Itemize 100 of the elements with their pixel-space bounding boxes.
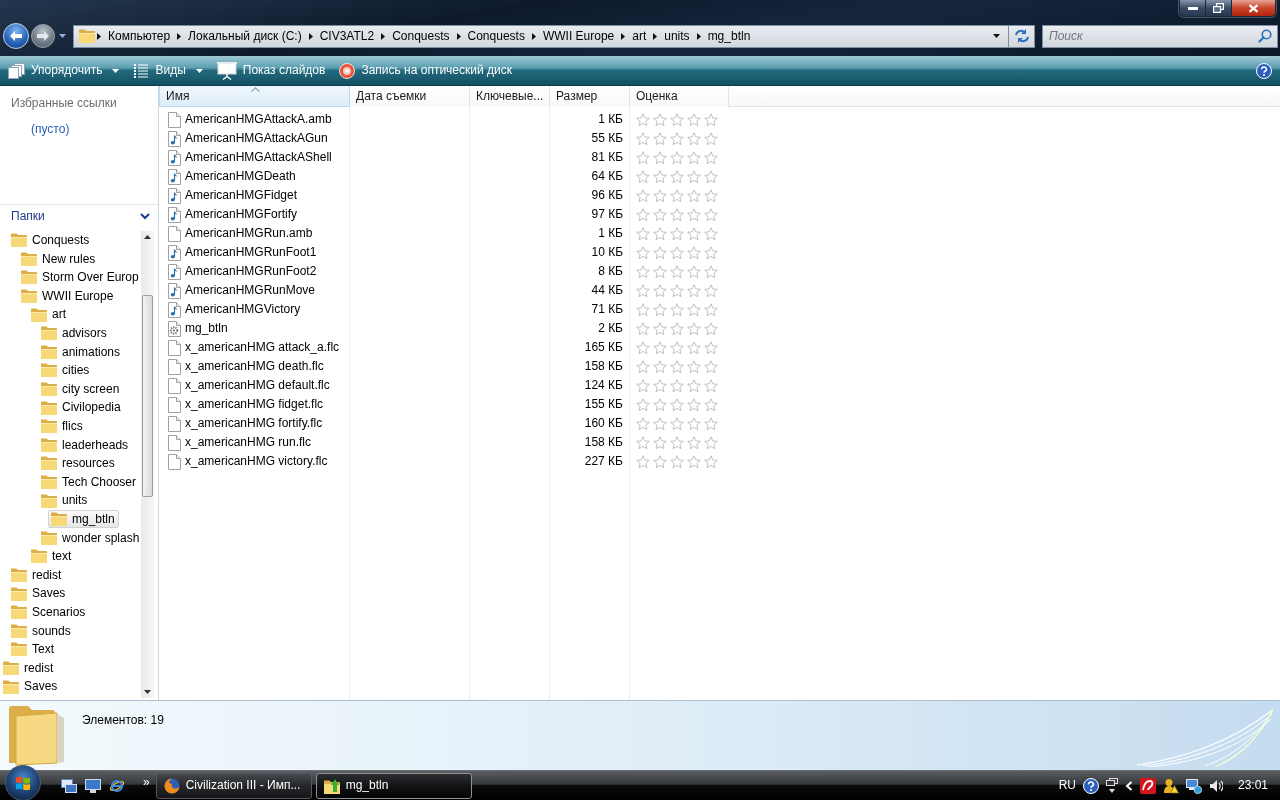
tree-item[interactable]: mg_btln (48, 510, 119, 529)
file-name[interactable]: x_americanHMG victory.flc (185, 454, 328, 469)
star-rating[interactable] (636, 188, 718, 203)
file-name[interactable]: AmericanHMGRunMove (185, 283, 316, 298)
toolbar-button[interactable]: Запись на оптический диск (333, 59, 518, 82)
close-button[interactable] (1232, 0, 1275, 16)
tree-item[interactable]: advisors (38, 324, 111, 343)
recent-pages-button[interactable] (57, 32, 68, 40)
scroll-thumb[interactable] (142, 295, 153, 497)
breadcrumb-arrow-icon[interactable] (308, 32, 313, 40)
breadcrumb[interactable]: WWII Europe (537, 28, 620, 44)
taskbar-button[interactable]: Civilization III - Имп... (155, 772, 312, 799)
column-header[interactable]: Оценка (630, 86, 729, 107)
back-button[interactable] (3, 23, 29, 49)
tree-item[interactable]: text (28, 547, 76, 566)
star-rating[interactable] (636, 264, 718, 279)
star-rating[interactable] (636, 112, 718, 127)
monitor-icon[interactable] (85, 778, 101, 793)
breadcrumb[interactable]: CIV3ATL2 (314, 28, 380, 44)
switch-windows-icon[interactable] (61, 778, 77, 793)
file-name[interactable]: AmericanHMGAttackA.amb (185, 112, 332, 127)
search-icon[interactable] (1258, 29, 1272, 43)
star-rating[interactable] (636, 397, 718, 412)
tree-item[interactable]: Text (8, 640, 58, 659)
tree-item[interactable]: redist (8, 566, 66, 584)
tree-item[interactable]: Saves (8, 584, 70, 603)
file-name[interactable]: x_americanHMG fortify.flc (185, 416, 323, 431)
speaker-icon[interactable] (1208, 778, 1223, 793)
star-rating[interactable] (636, 169, 718, 184)
tree-item[interactable]: Civilopedia (38, 398, 125, 417)
column-header[interactable]: Ключевые... (470, 86, 550, 107)
network-globe-icon[interactable] (1185, 777, 1202, 794)
address-bar[interactable]: Компьютер Локальный диск (C:) CIV3ATL2 Conquests Conquests WWII Europe art units mg_btln (73, 24, 1009, 48)
minimize-button[interactable] (1180, 0, 1206, 16)
star-rating[interactable] (636, 340, 718, 355)
star-rating[interactable] (636, 283, 718, 298)
breadcrumb[interactable]: art (627, 28, 652, 44)
column-header[interactable]: Имя (159, 86, 350, 107)
breadcrumb-arrow-icon[interactable] (177, 32, 182, 40)
breadcrumb[interactable]: Локальный диск (C:) (183, 28, 307, 44)
file-name[interactable]: x_americanHMG run.flc (185, 435, 312, 450)
star-rating[interactable] (636, 131, 718, 146)
tree-item[interactable]: art (28, 305, 70, 324)
star-rating[interactable] (636, 435, 718, 450)
restore-button[interactable] (1206, 0, 1232, 16)
tree-item[interactable]: resources (38, 454, 119, 473)
taskbar-button[interactable]: mg_btln (315, 772, 472, 799)
language-indicator[interactable]: RU (1058, 778, 1076, 793)
toolbar-button[interactable]: Показ слайдов (210, 58, 332, 83)
star-rating[interactable] (636, 302, 718, 317)
user-warning-icon[interactable] (1162, 777, 1179, 794)
star-rating[interactable] (636, 454, 718, 469)
file-name[interactable]: x_americanHMG default.flc (185, 378, 330, 393)
search-input[interactable]: Поиск (1049, 27, 1258, 45)
breadcrumb-arrow-icon[interactable] (696, 32, 701, 40)
file-name[interactable]: x_americanHMG fidget.flc (185, 397, 324, 412)
arrow-down-icon[interactable] (144, 690, 151, 694)
tree-item[interactable]: flics (38, 417, 87, 436)
file-name[interactable]: AmericanHMGFortify (185, 207, 297, 222)
star-rating[interactable] (636, 150, 718, 165)
breadcrumb-arrow-icon[interactable] (653, 32, 658, 40)
tree-item[interactable]: animations (38, 342, 125, 361)
star-rating[interactable] (636, 321, 718, 336)
file-name[interactable]: AmericanHMGFidget (185, 188, 298, 203)
tree-item[interactable]: Conquests (8, 231, 94, 250)
column-header[interactable]: Размер (550, 86, 630, 107)
column-header[interactable]: Дата съемки (350, 86, 470, 107)
menu-button[interactable]: Упорядочить (2, 59, 126, 82)
file-name[interactable]: AmericanHMGRunFoot1 (185, 245, 317, 260)
swirl-tile-icon[interactable] (1139, 777, 1156, 794)
breadcrumb[interactable]: units (659, 28, 695, 44)
menu-button[interactable]: Виды (127, 59, 209, 82)
scrollbar[interactable] (141, 231, 154, 698)
breadcrumb-arrow-icon[interactable] (531, 32, 536, 40)
clock[interactable]: 23:01 (1237, 778, 1268, 793)
tree-item[interactable]: Storm Over Europ (18, 268, 140, 287)
orbit-e-icon[interactable] (109, 777, 125, 794)
file-name[interactable]: AmericanHMGDeath (185, 169, 296, 184)
file-name[interactable]: mg_btln (185, 321, 228, 336)
breadcrumb-arrow-icon[interactable] (621, 32, 626, 40)
star-rating[interactable] (636, 226, 718, 241)
breadcrumb-arrow-icon[interactable] (381, 32, 386, 40)
tree-item[interactable]: city screen (38, 380, 124, 399)
file-name[interactable]: x_americanHMG attack_a.flc (185, 340, 340, 355)
stacked-windows-icon[interactable] (1105, 777, 1118, 794)
breadcrumb[interactable]: mg_btln (702, 28, 756, 44)
tree-item[interactable]: leaderheads (38, 435, 133, 454)
tree-item[interactable]: New rules (18, 249, 100, 268)
tree-item[interactable]: Tech Chooser (38, 473, 140, 491)
tree-item[interactable]: wonder splash (38, 528, 140, 547)
tree-item[interactable]: Saves (0, 677, 62, 696)
arrow-up-icon[interactable] (144, 235, 151, 239)
breadcrumb[interactable]: Компьютер (103, 28, 176, 44)
star-rating[interactable] (636, 378, 718, 393)
breadcrumb-arrow-icon[interactable] (456, 32, 461, 40)
refresh-button[interactable] (1009, 24, 1035, 48)
file-name[interactable]: AmericanHMGAttackAGun (185, 131, 328, 146)
tree-item[interactable]: sounds (8, 621, 75, 640)
file-name[interactable]: x_americanHMG death.flc (185, 359, 324, 374)
forward-button[interactable] (31, 24, 55, 48)
